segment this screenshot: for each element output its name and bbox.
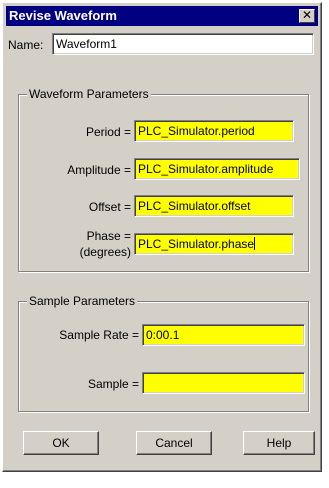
period-label: Period =	[85, 125, 131, 139]
phase-input[interactable]: PLC_Simulator.phase	[134, 233, 294, 255]
name-label: Name:	[8, 38, 44, 52]
sample-parameters-title: Sample Parameters	[27, 294, 138, 308]
cancel-button[interactable]: Cancel	[136, 431, 212, 455]
revise-waveform-dialog: Revise Waveform ✕ Name: Waveform1 Wavefo…	[2, 2, 322, 472]
sample-label: Sample =	[87, 377, 139, 391]
dialog-title: Revise Waveform	[9, 8, 117, 23]
ok-button[interactable]: OK	[23, 431, 99, 455]
waveform-parameters-title: Waveform Parameters	[27, 87, 151, 101]
sample-rate-label: Sample Rate =	[59, 328, 139, 342]
amplitude-label: Amplitude =	[67, 163, 131, 177]
sample-parameters-group: Sample Parameters	[18, 294, 309, 412]
offset-input[interactable]: PLC_Simulator.offset	[134, 195, 294, 217]
phase-units-label: (degrees)	[79, 245, 131, 259]
close-icon[interactable]: ✕	[299, 9, 315, 23]
offset-label: Offset =	[88, 200, 131, 214]
amplitude-input[interactable]: PLC_Simulator.amplitude	[134, 158, 300, 180]
phase-input-value: PLC_Simulator.phase	[138, 237, 255, 251]
dialog-titlebar[interactable]: Revise Waveform ✕	[6, 6, 318, 26]
help-button[interactable]: Help	[243, 431, 315, 455]
name-input[interactable]: Waveform1	[52, 33, 314, 55]
sample-rate-input[interactable]: 0:00.1	[142, 324, 305, 346]
period-input[interactable]: PLC_Simulator.period	[134, 120, 294, 142]
text-caret	[254, 237, 256, 250]
sample-input[interactable]	[142, 372, 305, 394]
phase-label: Phase =	[86, 229, 131, 243]
